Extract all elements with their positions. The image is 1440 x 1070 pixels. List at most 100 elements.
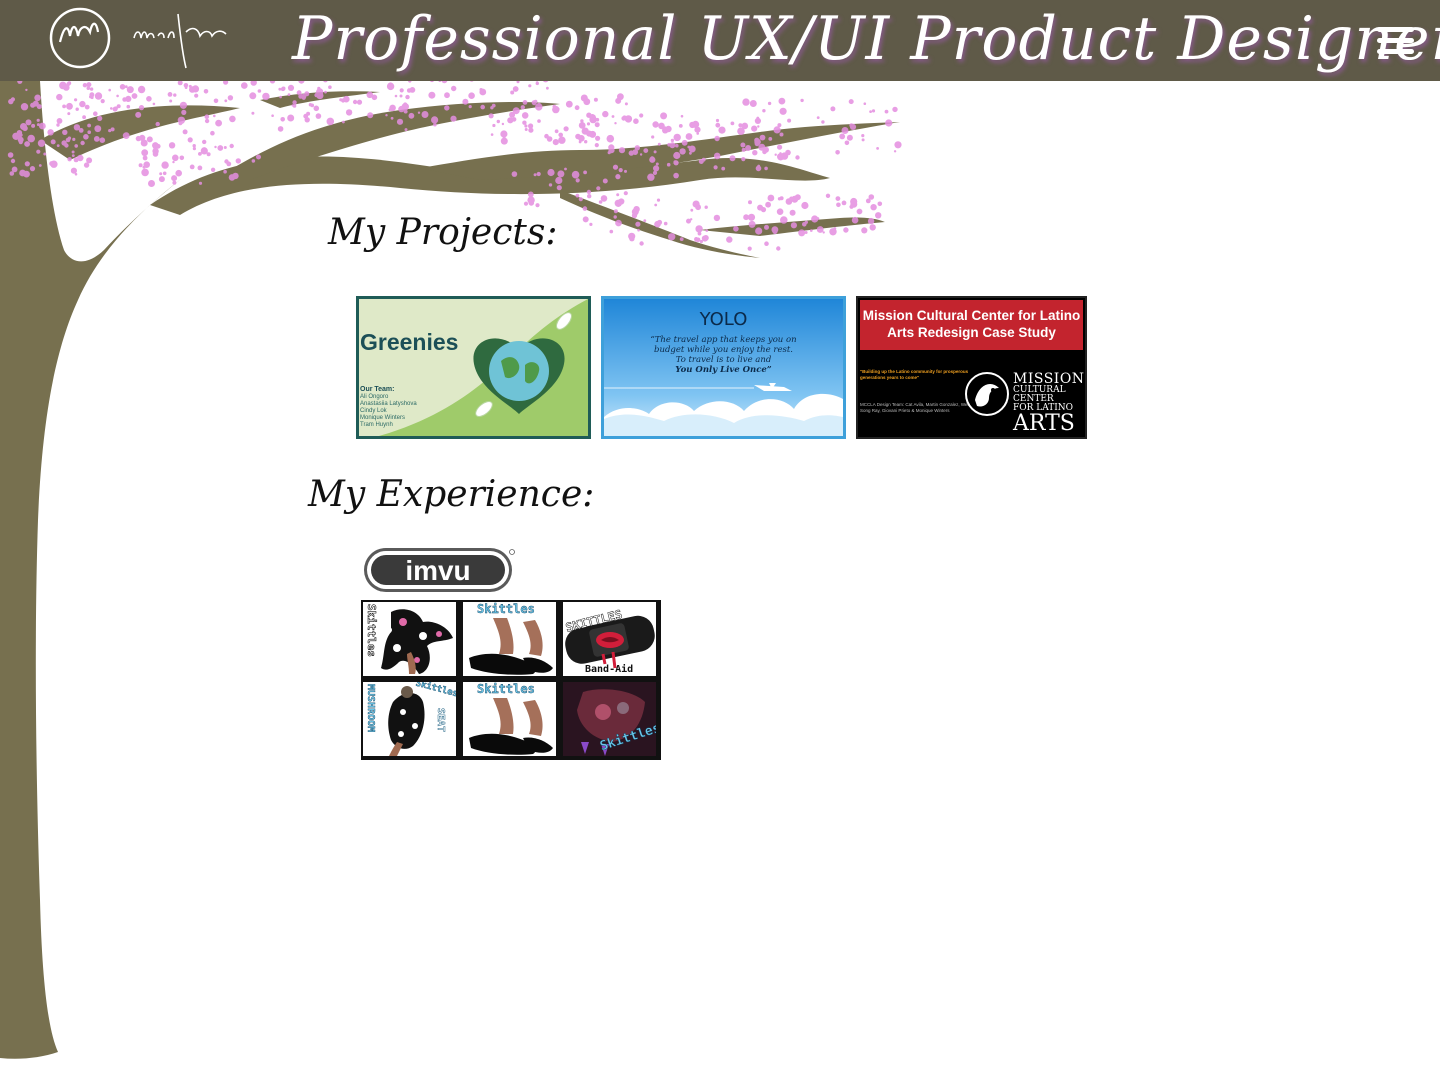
blossom-petal bbox=[468, 105, 472, 109]
blossom-petal bbox=[618, 147, 626, 154]
blossom-petal bbox=[313, 105, 320, 112]
gallery-tile-band-aid[interactable]: SKITTLES Band-Aid bbox=[563, 602, 656, 676]
blossom-petal bbox=[804, 220, 808, 224]
blossom-petal bbox=[181, 109, 187, 115]
blossom-petal bbox=[789, 209, 796, 216]
blossom-petal bbox=[846, 134, 853, 141]
blossom-petal bbox=[801, 201, 809, 210]
blossom-petal bbox=[765, 201, 771, 208]
blossom-petal bbox=[616, 193, 620, 197]
blossom-petal bbox=[71, 154, 75, 158]
blossom-petal bbox=[654, 203, 658, 207]
cherry-blossom-tree-illustration bbox=[0, 66, 902, 1059]
blossom-petal bbox=[748, 200, 752, 205]
experience-heading: My Experience: bbox=[308, 474, 595, 515]
blossom-petal bbox=[73, 124, 81, 131]
blossom-petal bbox=[790, 222, 798, 229]
blossom-petal bbox=[56, 93, 63, 101]
team-heading: Our Team: bbox=[360, 386, 395, 393]
blossom-petal bbox=[583, 170, 587, 175]
blossom-petal bbox=[155, 121, 160, 127]
tile-label: Band-Aid bbox=[585, 664, 634, 675]
blossom-petal bbox=[280, 87, 285, 92]
team-member: Ali Ongoro bbox=[360, 394, 389, 400]
blossom-petal bbox=[656, 198, 661, 202]
blossom-petal bbox=[61, 140, 67, 146]
projects-heading: My Projects: bbox=[328, 212, 558, 253]
blossom-petal bbox=[194, 93, 199, 98]
blossom-petal bbox=[835, 150, 840, 155]
blossom-petal bbox=[408, 112, 415, 119]
blossom-petal bbox=[93, 136, 100, 142]
project-card-yolo[interactable]: YOLO “The travel app that keeps you on b… bbox=[601, 296, 846, 439]
blossom-petal bbox=[816, 116, 820, 119]
blossom-petal bbox=[594, 122, 600, 128]
blossom-petal bbox=[9, 171, 15, 176]
gallery-tile-flats[interactable]: Skittles bbox=[463, 602, 556, 676]
project-card-greenies[interactable]: Greenies Our Team: Ali Ongoro Anastasiia… bbox=[356, 296, 591, 439]
blossom-petal bbox=[667, 142, 671, 147]
blossom-petal bbox=[10, 158, 16, 164]
blossom-petal bbox=[251, 159, 256, 163]
blossom-petal bbox=[679, 237, 684, 242]
blossom-petal bbox=[138, 163, 143, 168]
blossom-petal bbox=[301, 96, 306, 100]
blossom-petal bbox=[229, 143, 234, 149]
blossom-petal bbox=[578, 122, 586, 129]
blossom-petal bbox=[93, 111, 98, 116]
blossom-petal bbox=[668, 233, 676, 241]
imvu-product-gallery[interactable]: Skittles Skittles SKITTLES Band-Aid MUSH… bbox=[361, 600, 661, 760]
blossom-petal bbox=[754, 138, 761, 146]
blossom-petal bbox=[326, 117, 335, 126]
blossom-petal bbox=[696, 132, 699, 135]
blossom-petal bbox=[528, 123, 534, 129]
blossom-petal bbox=[192, 147, 196, 151]
blossom-petal bbox=[595, 135, 601, 141]
blossom-petal bbox=[179, 101, 187, 109]
blossom-petal bbox=[213, 98, 219, 104]
site-header: Professional UX/UI Product Designer bbox=[0, 0, 1440, 81]
blossom-petal bbox=[608, 147, 615, 154]
blossom-petal bbox=[714, 135, 720, 142]
blossom-petal bbox=[582, 206, 588, 211]
blossom-petal bbox=[821, 120, 825, 124]
blossom-petal bbox=[894, 141, 902, 149]
gallery-tile-polka-dot-outfit[interactable]: Skittles bbox=[363, 602, 456, 676]
gallery-tile-flats-2[interactable]: Skittles bbox=[463, 682, 556, 756]
blossom-petal bbox=[612, 164, 619, 170]
blossom-petal bbox=[587, 194, 592, 199]
mission-emblem-icon bbox=[965, 372, 1009, 416]
blossom-petal bbox=[22, 125, 28, 132]
blossom-petal bbox=[713, 214, 721, 222]
signature-logo[interactable] bbox=[46, 2, 236, 78]
blossom-petal bbox=[287, 93, 291, 96]
blossom-petal bbox=[680, 114, 684, 118]
blossom-petal bbox=[884, 109, 889, 114]
blossom-petal bbox=[552, 139, 559, 146]
blossom-petal bbox=[293, 103, 297, 106]
blossom-petal bbox=[582, 216, 589, 223]
blossom-petal bbox=[675, 143, 679, 148]
blossom-petal bbox=[50, 139, 56, 145]
blossom-petal bbox=[202, 139, 207, 145]
blossom-petal bbox=[665, 125, 672, 133]
blossom-petal bbox=[428, 91, 436, 99]
blossom-petal bbox=[488, 113, 494, 119]
gallery-tile-dark-room[interactable]: Skittles bbox=[563, 682, 656, 756]
hamburger-menu-icon[interactable] bbox=[1370, 22, 1422, 60]
gallery-tile-mushroom-seat[interactable]: MUSHROOM SEAT Skittles bbox=[363, 682, 456, 756]
blossom-petal bbox=[135, 135, 142, 142]
blossom-petal bbox=[835, 196, 841, 202]
team-member: Monique Winters bbox=[360, 415, 406, 421]
blossom-petal bbox=[593, 97, 598, 102]
imvu-logo[interactable]: imvu bbox=[362, 544, 516, 596]
project-card-mission-cultural-center[interactable]: Mission Cultural Center for Latino Arts … bbox=[856, 296, 1087, 439]
blossom-petal bbox=[287, 114, 295, 122]
blossom-petal bbox=[762, 149, 767, 155]
blossom-petal bbox=[210, 130, 215, 136]
project-title: YOLO bbox=[699, 309, 748, 330]
blossom-petal bbox=[213, 114, 216, 118]
blossom-petal bbox=[730, 121, 735, 126]
blossom-petal bbox=[575, 193, 580, 198]
blossom-petal bbox=[492, 123, 496, 128]
